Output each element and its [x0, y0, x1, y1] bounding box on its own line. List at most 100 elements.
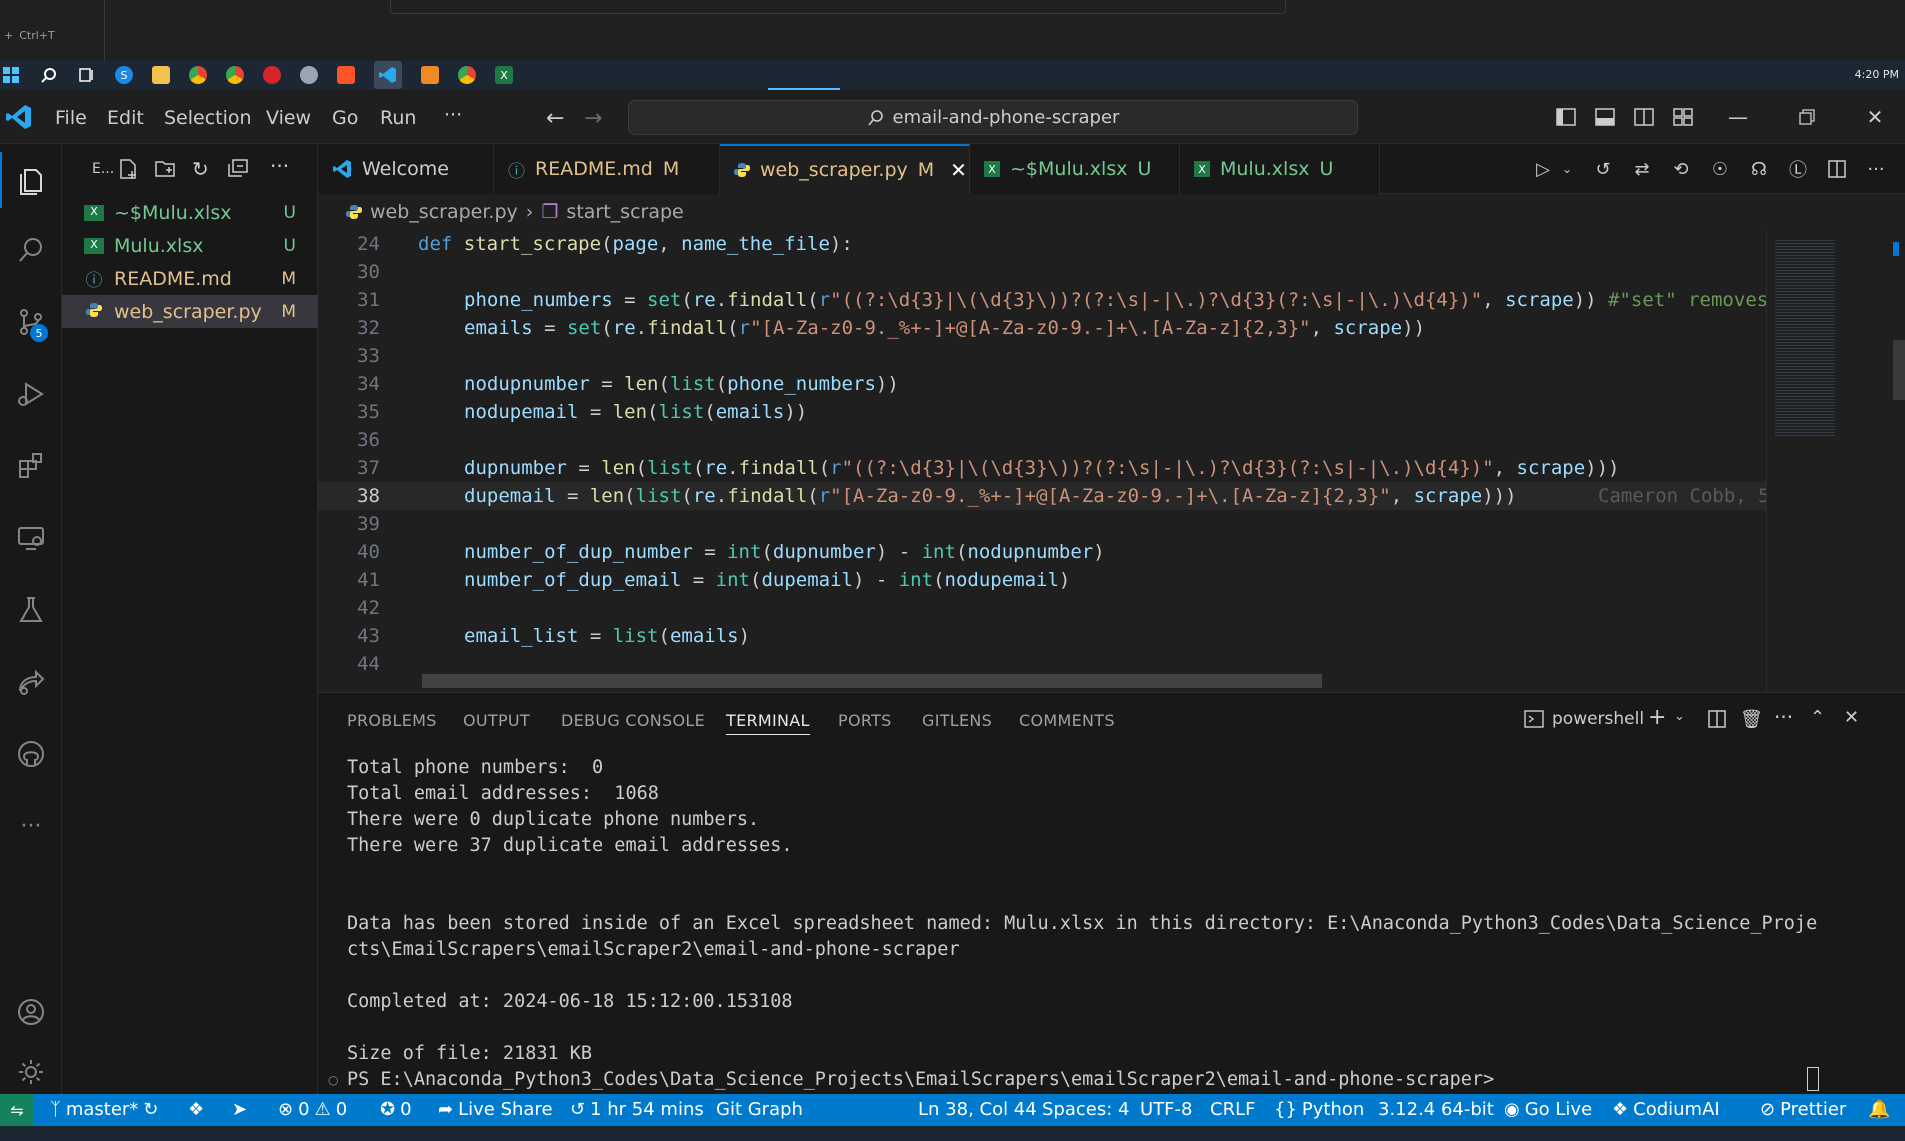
revert-icon[interactable]: ⟲	[1670, 158, 1692, 180]
search-view-icon[interactable]	[0, 222, 62, 278]
panel-tab-gitlens[interactable]: GITLENS	[922, 711, 992, 730]
tab-readme[interactable]: ⓘ README.md M	[494, 144, 720, 194]
vertical-scrollbar[interactable]	[1893, 340, 1905, 400]
forward-arrow-icon[interactable]: →	[584, 106, 602, 131]
tab-web-scraper[interactable]: web_scraper.py M ✕	[720, 144, 970, 194]
split-terminal-icon[interactable]	[1708, 710, 1726, 732]
windows-start-icon[interactable]	[2, 66, 20, 84]
go-live-button[interactable]: ◉ Go Live	[1504, 1099, 1592, 1120]
run-debug-icon[interactable]	[0, 366, 62, 422]
search-icon[interactable]	[40, 66, 58, 84]
branch-indicator[interactable]: ᛉ master* ↻	[50, 1099, 158, 1120]
file-item-web-scraper[interactable]: web_scraper.py M	[62, 295, 318, 328]
menu-selection[interactable]: Selection	[164, 107, 252, 129]
split-editor-icon[interactable]	[1826, 158, 1848, 180]
time-tracker[interactable]: ↺ 1 hr 54 mins	[570, 1099, 704, 1120]
problems-indicator[interactable]: ⊗ 0 ⚠ 0	[278, 1099, 347, 1120]
terminal-shell-selector[interactable]: powershell	[1524, 709, 1644, 729]
file-item-readme[interactable]: ⓘ README.md M	[62, 262, 318, 295]
more-views-icon[interactable]: ···	[0, 798, 62, 854]
extensions-icon[interactable]	[0, 438, 62, 494]
live-share-button[interactable]: ➦ Live Share	[438, 1099, 553, 1120]
brave-icon[interactable]	[337, 66, 355, 84]
vscode-taskbar-icon[interactable]	[374, 61, 402, 89]
git-graph-button[interactable]: Git Graph	[716, 1099, 803, 1120]
panel-tab-problems[interactable]: PROBLEMS	[347, 711, 437, 730]
live-share-icon[interactable]	[0, 654, 62, 710]
vlc-icon[interactable]	[421, 66, 439, 84]
menu-more[interactable]: ···	[444, 104, 462, 126]
menu-go[interactable]: Go	[332, 107, 358, 129]
testing-icon[interactable]	[0, 582, 62, 638]
gitlens-icon[interactable]: Ⓛ	[1787, 158, 1809, 181]
trash-icon[interactable]: 🗑	[1740, 709, 1763, 730]
panel-tab-terminal[interactable]: TERMINAL	[726, 711, 810, 735]
restore-icon[interactable]	[1794, 104, 1820, 130]
accounts-icon[interactable]	[0, 984, 62, 1040]
collapse-all-icon[interactable]	[228, 159, 248, 181]
panel-tab-output[interactable]: OUTPUT	[463, 711, 530, 730]
refresh-icon[interactable]: ↻	[192, 157, 209, 181]
chrome-icon[interactable]	[189, 66, 207, 84]
terminal-prompt[interactable]: PS E:\Anaconda_Python3_Codes\Data_Scienc…	[347, 1069, 1505, 1090]
notifications-bell-icon[interactable]: 🔔	[1868, 1099, 1890, 1120]
task-view-icon[interactable]	[78, 66, 96, 84]
menu-edit[interactable]: Edit	[107, 107, 144, 129]
opera-icon[interactable]	[263, 66, 281, 84]
panel-tab-comments[interactable]: COMMENTS	[1019, 711, 1115, 730]
chevron-down-icon[interactable]: ⌄	[1556, 158, 1578, 180]
maximize-panel-icon[interactable]: ⌃	[1810, 707, 1825, 728]
rocket-icon[interactable]: ➤	[232, 1099, 247, 1120]
panel-tab-ports[interactable]: PORTS	[838, 711, 892, 730]
remote-indicator[interactable]: ⇋	[0, 1094, 34, 1126]
chrome-icon-3[interactable]	[458, 66, 476, 84]
editor-more-icon[interactable]: ···	[1865, 158, 1887, 180]
command-center[interactable]: email-and-phone-scraper	[628, 100, 1358, 135]
menu-run[interactable]: Run	[380, 107, 416, 129]
new-folder-icon[interactable]	[154, 158, 176, 182]
menu-file[interactable]: File	[55, 107, 87, 129]
minimap[interactable]	[1766, 230, 1905, 692]
tab-welcome[interactable]: Welcome	[318, 144, 494, 194]
cursor-position[interactable]: Ln 38, Col 44	[918, 1099, 1037, 1120]
explorer-icon[interactable]	[0, 152, 62, 208]
back-arrow-icon[interactable]: ←	[546, 106, 564, 131]
new-tab-button[interactable]: + Ctrl+T	[0, 20, 104, 50]
encoding[interactable]: UTF-8	[1140, 1099, 1192, 1120]
excel-taskbar-icon[interactable]: X	[495, 66, 513, 84]
minimize-icon[interactable]: —	[1725, 104, 1751, 130]
toggle-panel-icon[interactable]	[1592, 104, 1618, 130]
file-item-tmp-mulu[interactable]: X ~$Mulu.xlsx U	[62, 196, 318, 229]
chrome-icon-2[interactable]	[226, 66, 244, 84]
panel-tab-debug-console[interactable]: DEBUG CONSOLE	[561, 711, 705, 730]
line-ending[interactable]: CRLF	[1210, 1099, 1255, 1120]
github-icon[interactable]	[0, 726, 62, 782]
new-terminal-icon[interactable]: +	[1648, 705, 1666, 730]
breadcrumb-symbol[interactable]: start_scrape	[566, 201, 683, 223]
toggle-sidebar-icon[interactable]	[1553, 104, 1579, 130]
tab-tmp-mulu[interactable]: X ~$Mulu.xlsx U	[970, 144, 1180, 194]
remote-explorer-icon[interactable]	[0, 510, 62, 566]
compare-changes-icon[interactable]: ⇄	[1631, 158, 1653, 180]
panel-more-icon[interactable]: ···	[1774, 705, 1793, 729]
toggle-secondary-sidebar-icon[interactable]	[1631, 104, 1657, 130]
breadcrumb-file[interactable]: web_scraper.py	[370, 201, 518, 223]
file-item-mulu[interactable]: X Mulu.xlsx U	[62, 229, 318, 262]
menu-view[interactable]: View	[266, 107, 311, 129]
close-panel-icon[interactable]: ✕	[1844, 707, 1859, 728]
commit-icon[interactable]: ☉	[1709, 158, 1731, 180]
file-explorer-icon[interactable]	[152, 66, 170, 84]
prettier-button[interactable]: ⊘ Prettier	[1760, 1099, 1846, 1120]
language-mode[interactable]: {} Python	[1274, 1099, 1364, 1120]
indentation[interactable]: Spaces: 4	[1042, 1099, 1129, 1120]
customize-layout-icon[interactable]	[1670, 104, 1696, 130]
python-interpreter[interactable]: 3.12.4 64-bit	[1378, 1099, 1494, 1120]
horizontal-scrollbar[interactable]	[422, 674, 1322, 688]
chevron-down-icon[interactable]: ⌄	[1674, 709, 1685, 724]
gear-icon[interactable]	[0, 1044, 62, 1100]
next-change-icon[interactable]: ☊	[1748, 158, 1770, 180]
skype-icon[interactable]: S	[115, 66, 133, 84]
timeline-icon[interactable]: ↺	[1592, 158, 1614, 180]
browser-address-box[interactable]	[390, 0, 1286, 14]
tab-mulu[interactable]: X Mulu.xlsx U	[1180, 144, 1380, 194]
